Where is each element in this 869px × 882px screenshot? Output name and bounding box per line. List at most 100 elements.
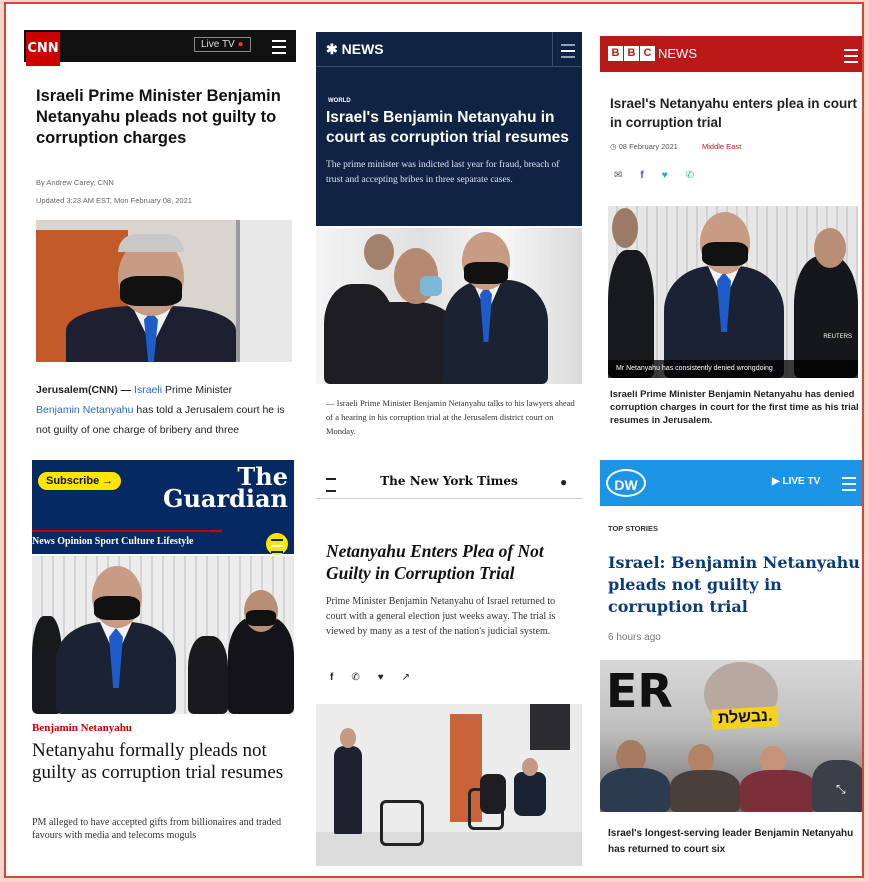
menu-button[interactable]	[266, 533, 288, 555]
expand-icon[interactable]: ⤡	[836, 782, 846, 797]
body-text: Prime Minister	[164, 384, 233, 396]
chair	[380, 800, 424, 846]
article-kicker[interactable]: Benjamin Netanyahu	[32, 722, 132, 734]
nbc-article-panel[interactable]: ✱ NEWS WORLD Israel's Benjamin Netanyahu…	[316, 32, 582, 448]
menu-icon[interactable]	[272, 40, 286, 54]
logo-block: B	[624, 46, 639, 61]
dark-panel	[530, 704, 570, 750]
dw-article-panel[interactable]: DW ▶ LIVE TV TOP STORIES Israel: Benjami…	[600, 460, 862, 866]
suit	[444, 280, 548, 384]
share-bar: ✉ f ♥ ✆	[614, 170, 694, 181]
twitter-share-icon[interactable]: ♥	[378, 672, 384, 683]
nbc-header-block: ✱ NEWS WORLD Israel's Benjamin Netanyahu…	[316, 32, 582, 226]
face-mask	[420, 276, 442, 296]
face-mask	[246, 610, 276, 626]
nyt-logo[interactable]: The New York Times	[316, 474, 582, 488]
live-tv-button[interactable]: Live TV ●	[194, 37, 251, 52]
person-left	[608, 250, 654, 378]
updated-timestamp: Updated 3:23 AM EST, Mon February 08, 20…	[36, 196, 192, 205]
nbc-logo[interactable]: ✱ NEWS	[326, 41, 384, 58]
facebook-share-icon[interactable]: f	[330, 672, 333, 683]
dw-header: DW ▶ LIVE TV	[600, 460, 862, 506]
peacock-icon: ✱	[326, 41, 338, 57]
face	[522, 758, 538, 776]
article-summary: Israel's longest-serving leader Benjamin…	[608, 828, 854, 855]
cnn-header: Live TV ●	[24, 30, 296, 62]
logo-block: C	[640, 46, 655, 61]
whatsapp-share-icon[interactable]: ✆	[351, 672, 359, 683]
hair	[118, 234, 184, 252]
section-label: TOP STORIES	[608, 524, 659, 533]
clock-icon: ◷	[610, 142, 617, 151]
menu-icon	[561, 44, 575, 58]
facebook-share-icon[interactable]: f	[640, 170, 643, 181]
floor	[316, 832, 582, 866]
protester	[670, 770, 740, 812]
article-photo	[316, 228, 582, 384]
live-tv-button[interactable]: ▶ LIVE TV	[772, 476, 820, 487]
nyt-article-panel[interactable]: The New York Times ● Netanyahu Enters Pl…	[316, 468, 582, 866]
article-body: Jerusalem(CNN) — Israeli Prime Minister …	[36, 380, 294, 440]
article-summary: Israeli Prime Minister Benjamin Netanyah…	[610, 389, 859, 426]
article-title: Netanyahu Enters Plea of Not Guilty in C…	[326, 541, 544, 583]
face-mask	[464, 262, 508, 284]
whatsapp-share-icon[interactable]: ✆	[686, 170, 694, 181]
protester	[600, 768, 670, 812]
divider	[316, 66, 582, 67]
dateline: Jerusalem(CNN) —	[36, 384, 132, 396]
link-israeli[interactable]: Israeli	[134, 384, 162, 396]
collage-frame: Live TV ● CNN Israeli Prime Minister Ben…	[4, 2, 864, 878]
bbc-header: B B C NEWS	[600, 36, 862, 72]
article-photo: ER נבשלת. ⤡	[600, 660, 862, 812]
face	[364, 234, 394, 270]
guardian-header: Subscribe → The Guardian News Opinion Sp…	[32, 460, 294, 555]
person-mid	[188, 636, 228, 714]
article-photo: REUTERS Mr Netanyahu has consistently de…	[608, 206, 858, 378]
poster-letters: ER	[606, 664, 673, 718]
subscribe-button[interactable]: Subscribe →	[38, 472, 122, 490]
face-mask	[702, 242, 748, 266]
account-icon[interactable]: ●	[560, 475, 567, 489]
menu-icon	[271, 539, 283, 553]
link-netanyahu[interactable]: Benjamin Netanyahu	[36, 404, 133, 416]
bbc-news-label: NEWS	[658, 46, 697, 61]
section-label[interactable]: WORLD	[328, 98, 351, 104]
twitter-share-icon[interactable]: ♥	[662, 170, 668, 181]
menu-icon[interactable]	[844, 49, 858, 63]
protester	[740, 770, 816, 812]
face-mask	[120, 276, 182, 306]
bbc-article-panel[interactable]: B B C NEWS Israel's Netanyahu enters ple…	[600, 36, 862, 444]
photo-caption: — Israeli Prime Minister Benjamin Netany…	[326, 398, 575, 436]
face	[814, 228, 846, 268]
email-share-icon[interactable]: ✉	[614, 170, 622, 181]
nyt-header: The New York Times ●	[316, 468, 582, 499]
menu-icon[interactable]	[842, 477, 856, 491]
share-bar: f ✆ ♥ ↗	[330, 672, 410, 683]
article-photo	[36, 220, 292, 362]
article-dek: PM alleged to have accepted gifts from b…	[32, 817, 282, 841]
photo-credit: REUTERS	[823, 334, 852, 340]
guardian-logo[interactable]: The Guardian	[160, 465, 288, 513]
article-title: Netanyahu formally pleads not guilty as …	[32, 740, 284, 783]
protest-sign: נבשלת.	[711, 706, 779, 730]
logo-text: Guardian	[162, 484, 288, 513]
bbc-logo[interactable]: B B C	[608, 46, 655, 61]
menu-button[interactable]	[552, 32, 582, 66]
cnn-article-panel[interactable]: Live TV ● CNN Israeli Prime Minister Ben…	[24, 30, 296, 450]
article-dek: The prime minister was indicted last yea…	[326, 160, 560, 185]
section-nav[interactable]: News Opinion Sport Culture Lifestyle	[32, 536, 194, 547]
logo-block: B	[608, 46, 623, 61]
window-background	[236, 220, 292, 362]
article-title: Israel's Benjamin Netanyahu in court as …	[326, 109, 569, 146]
photo-overlay-caption: Mr Netanyahu has consistently denied wro…	[608, 360, 858, 378]
guardian-article-panel[interactable]: Subscribe → The Guardian News Opinion Sp…	[32, 460, 294, 860]
seated-person	[514, 772, 546, 816]
article-title: Israel: Benjamin Netanyahu pleads not gu…	[608, 553, 860, 616]
face	[340, 728, 356, 748]
timestamp: 6 hours ago	[608, 632, 661, 643]
publish-date: ◷ 08 February 2021	[610, 142, 678, 151]
share-arrow-icon[interactable]: ↗	[402, 672, 410, 683]
cnn-logo[interactable]: CNN	[26, 32, 60, 66]
dw-logo[interactable]: DW	[606, 469, 646, 497]
category-link[interactable]: Middle East	[702, 142, 741, 151]
